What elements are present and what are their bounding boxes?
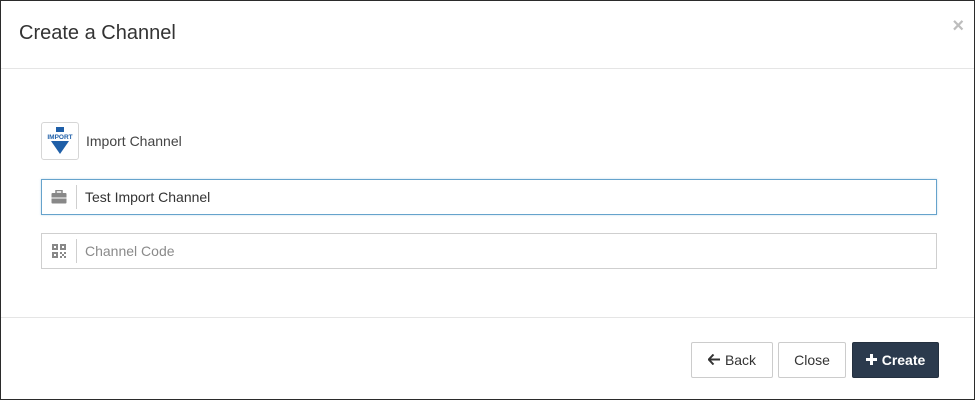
- close-button-label: Close: [794, 352, 830, 368]
- channel-type-label: Import Channel: [86, 133, 182, 149]
- dialog-footer: Back Close Create: [1, 317, 974, 400]
- briefcase-icon: [42, 185, 77, 209]
- close-button[interactable]: Close: [778, 342, 846, 378]
- channel-type: IMPORT Import Channel: [41, 121, 182, 161]
- plus-icon: [865, 352, 877, 368]
- channel-name-field: [41, 179, 937, 215]
- dialog-title: Create a Channel: [19, 22, 176, 44]
- arrow-left-icon: [707, 352, 720, 368]
- dialog-header: Create a Channel ×: [1, 1, 974, 69]
- back-button[interactable]: Back: [691, 342, 773, 378]
- channel-name-input[interactable]: [77, 182, 925, 212]
- qr-code-icon: [42, 239, 77, 263]
- import-icon: IMPORT: [41, 122, 79, 160]
- channel-code-field: [41, 233, 937, 269]
- back-button-label: Back: [724, 352, 757, 368]
- close-icon[interactable]: ×: [952, 16, 964, 36]
- create-channel-dialog: Create a Channel × IMPORT Import Channel: [0, 0, 975, 400]
- create-button-label: Create: [881, 352, 926, 368]
- import-icon-text: IMPORT: [47, 134, 72, 141]
- create-button[interactable]: Create: [852, 342, 939, 378]
- channel-code-input[interactable]: [77, 236, 925, 266]
